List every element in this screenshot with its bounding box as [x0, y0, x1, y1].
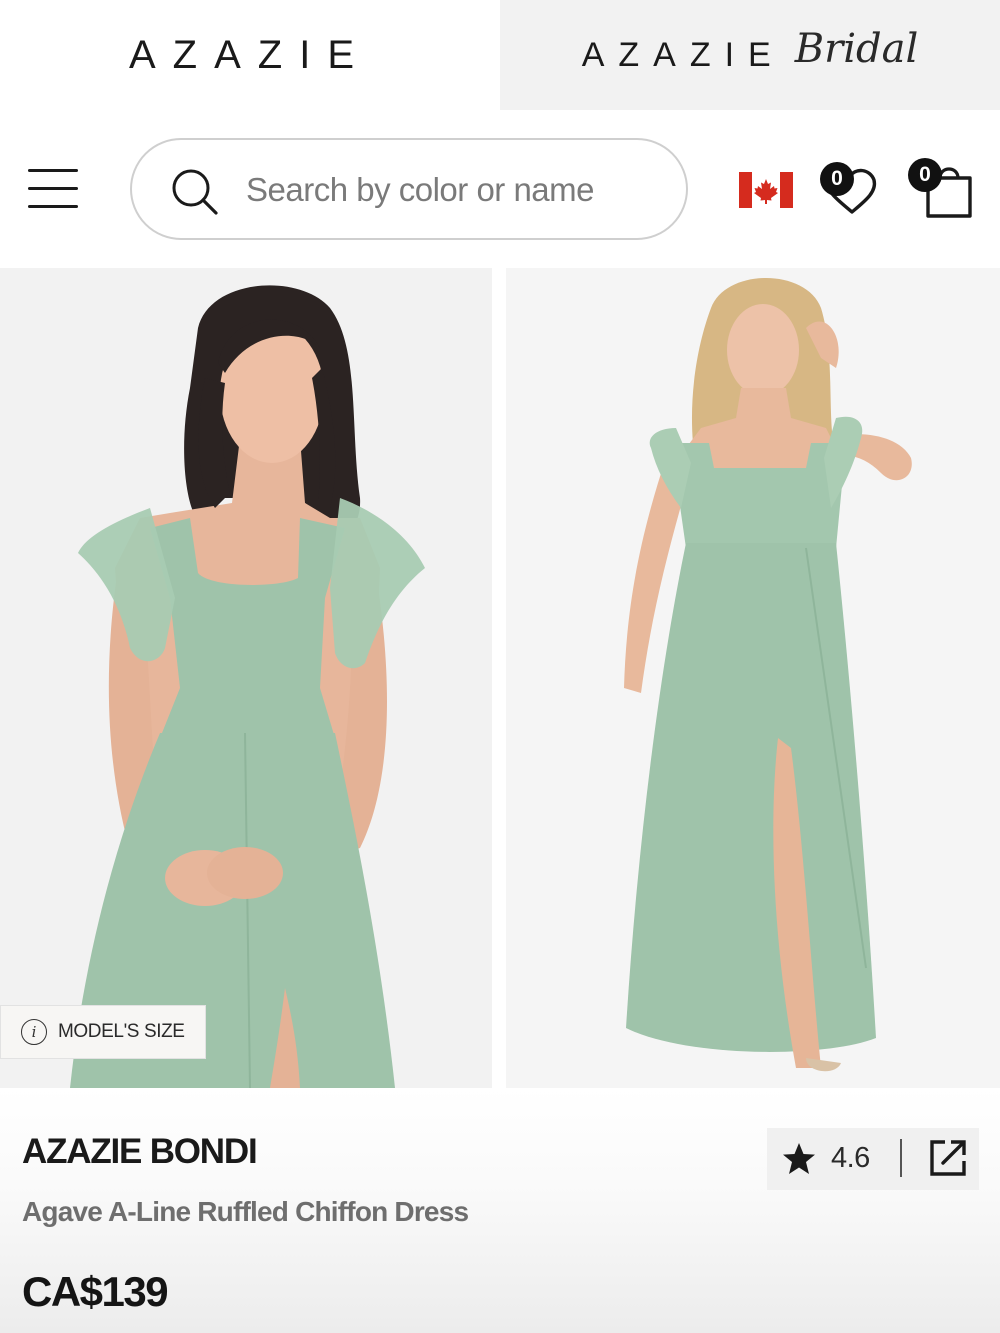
- site-header: 0 0: [0, 110, 1000, 268]
- product-gallery: i MODEL'S SIZE: [0, 268, 1000, 1088]
- model-size-button[interactable]: i MODEL'S SIZE: [0, 1005, 206, 1059]
- brand-tabs: AZAZIE AZAZIE Bridal: [0, 0, 1000, 110]
- product-brand[interactable]: AZAZIE BONDI: [22, 1132, 258, 1172]
- share-icon[interactable]: [927, 1137, 969, 1179]
- azazie-logo: AZAZIE: [128, 32, 372, 77]
- product-name: Agave A-Line Ruffled Chiffon Dress: [22, 1196, 469, 1227]
- model-front-illustration: [0, 268, 492, 1088]
- product-image-front[interactable]: i MODEL'S SIZE: [0, 268, 492, 1088]
- model-size-label: MODEL'S SIZE: [58, 1021, 185, 1042]
- model-full-illustration: [506, 268, 1000, 1088]
- product-image-full-length[interactable]: [506, 268, 1000, 1088]
- info-icon: i: [21, 1019, 47, 1045]
- product-info: AZAZIE BONDI Agave A-Line Ruffled Chiffo…: [0, 1088, 1000, 1333]
- cart-button[interactable]: 0: [906, 156, 976, 220]
- search-icon: [172, 169, 218, 215]
- azazie-bridal-tab[interactable]: AZAZIE Bridal: [500, 0, 1000, 110]
- search-bar[interactable]: [130, 138, 688, 240]
- search-input[interactable]: [246, 164, 666, 216]
- divider: [900, 1139, 902, 1177]
- product-price: CA$139: [22, 1268, 169, 1315]
- wishlist-button[interactable]: 0: [818, 160, 882, 216]
- azazie-tab[interactable]: AZAZIE: [0, 0, 500, 110]
- cart-count-badge: 0: [908, 158, 942, 192]
- rating-share-box: 4.6: [767, 1128, 979, 1190]
- star-icon[interactable]: [781, 1141, 817, 1177]
- azazie-bridal-logo: AZAZIE: [581, 35, 785, 74]
- bridal-script-logo: Bridal: [794, 26, 919, 72]
- wishlist-count-badge: 0: [820, 162, 854, 196]
- canada-flag-icon[interactable]: [739, 172, 793, 208]
- hamburger-menu-icon[interactable]: [28, 169, 78, 209]
- rating-value[interactable]: 4.6: [831, 1142, 870, 1175]
